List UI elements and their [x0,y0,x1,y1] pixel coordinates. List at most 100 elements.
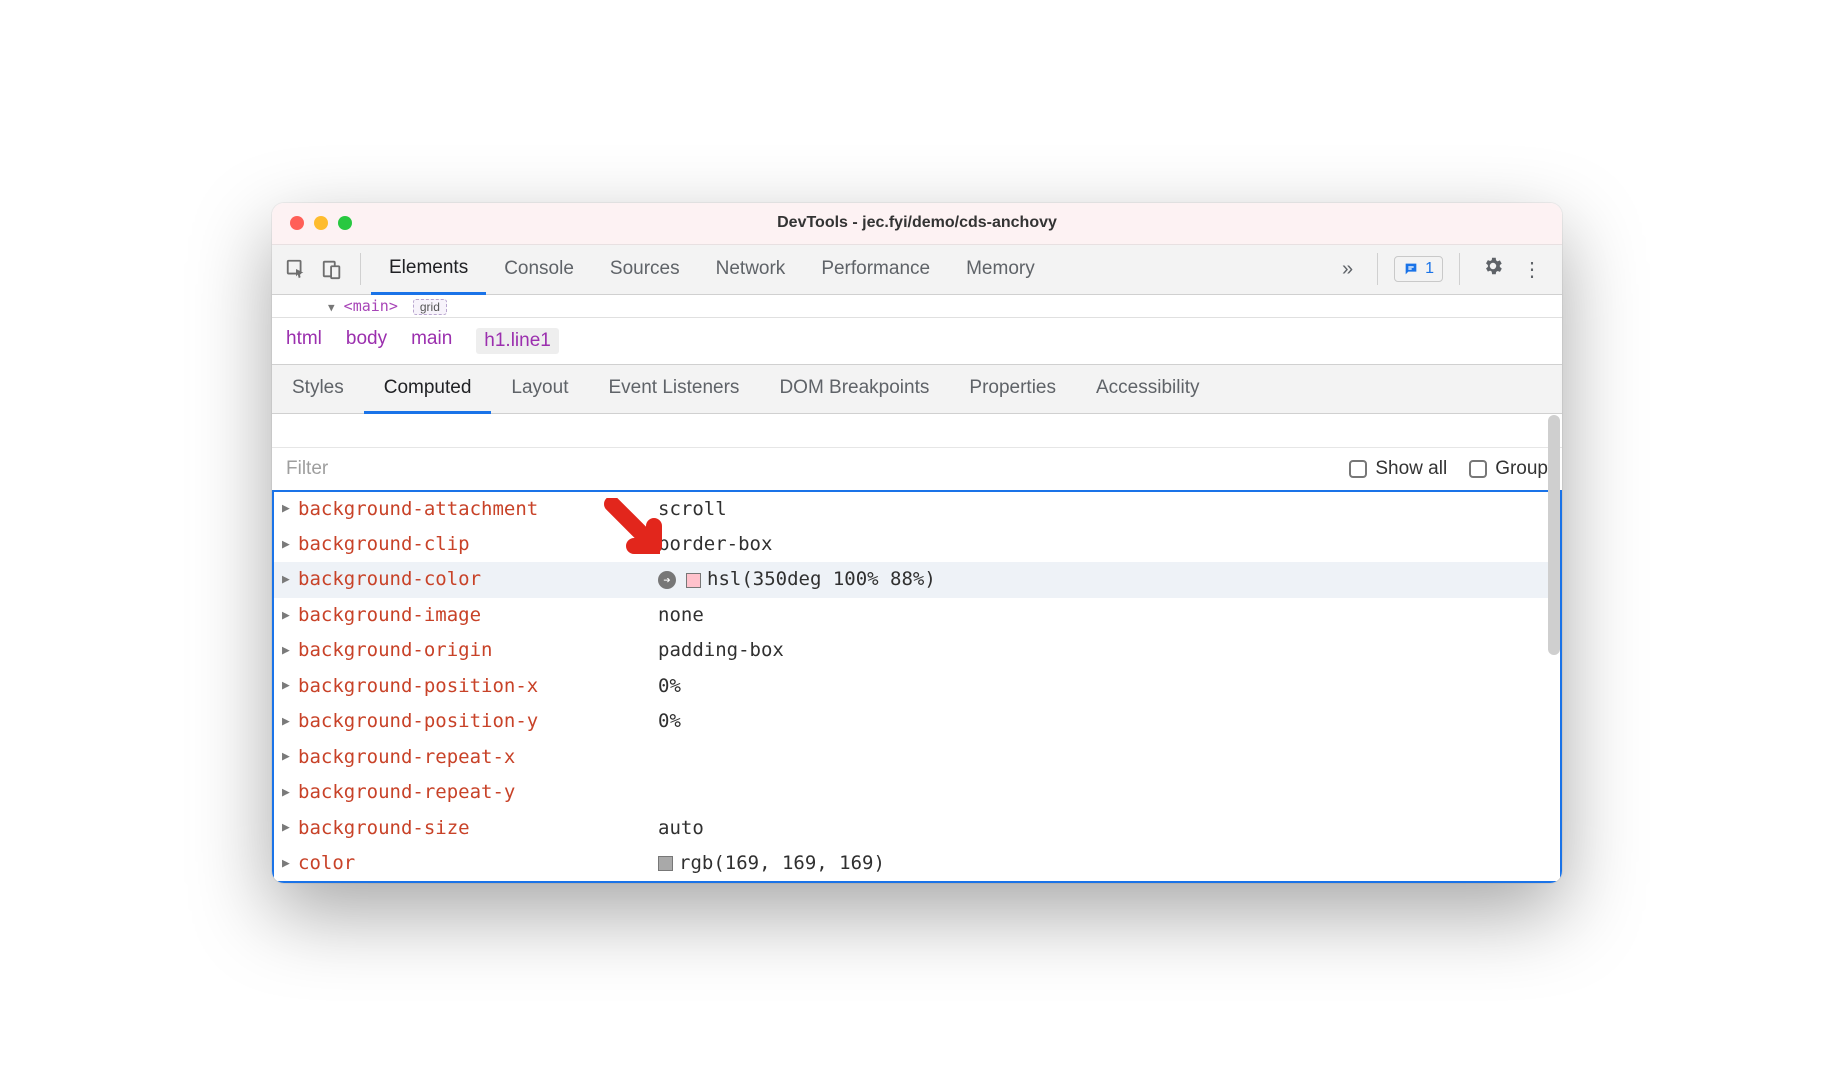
property-value-text: none [658,601,704,630]
checkbox-icon [1349,460,1367,478]
property-value-text: padding-box [658,636,784,665]
zoom-window-button[interactable] [338,216,352,230]
property-value-text: scroll [658,495,727,524]
computed-property-row[interactable]: ▶background-attachmentscroll [274,492,1560,527]
toolbar-divider [1377,253,1378,285]
breadcrumb-item[interactable]: body [346,328,387,354]
breadcrumb-item[interactable]: main [411,328,452,354]
tab-sources[interactable]: Sources [592,245,698,294]
property-name: background-image [298,601,658,630]
property-name: background-color [298,565,658,594]
tab-console[interactable]: Console [486,245,592,294]
show-all-label: Show all [1375,458,1447,480]
disclosure-triangle-icon[interactable]: ▼ [328,301,335,314]
disclosure-triangle-icon[interactable]: ▶ [282,535,298,555]
property-value: rgb(169, 169, 169) [658,849,885,878]
kebab-menu-icon[interactable]: ⋮ [1516,251,1548,288]
tab-memory[interactable]: Memory [948,245,1053,294]
dom-tree-peek[interactable]: ▼ <main> grid [272,295,1562,318]
breadcrumb-item[interactable]: h1.line1 [476,328,559,354]
toolbar-divider [1459,253,1460,285]
scrollbar-thumb[interactable] [1548,415,1560,655]
inspect-element-icon[interactable] [278,251,314,287]
dom-breadcrumb: html body main h1.line1 [272,318,1562,365]
disclosure-triangle-icon[interactable]: ▶ [282,747,298,767]
computed-property-row[interactable]: ▶background-repeat-y [274,775,1560,810]
property-value: 0% [658,672,681,701]
property-value-text: rgb(169, 169, 169) [679,849,885,878]
property-value: none [658,601,704,630]
minimize-window-button[interactable] [314,216,328,230]
property-value: border-box [658,530,772,559]
property-value: 0% [658,707,681,736]
sidebar-tabs: Styles Computed Layout Event Listeners D… [272,365,1562,414]
grid-badge[interactable]: grid [413,299,447,315]
property-name: background-repeat-y [298,778,658,807]
property-value-text: auto [658,814,704,843]
traffic-lights [272,216,352,230]
property-value: padding-box [658,636,784,665]
group-checkbox[interactable]: Group [1469,458,1548,480]
disclosure-triangle-icon[interactable]: ▶ [282,818,298,838]
subtab-styles[interactable]: Styles [272,365,364,413]
devtools-window: DevTools - jec.fyi/demo/cds-anchovy Elem… [272,203,1562,884]
computed-property-row[interactable]: ▶background-color➔ hsl(350deg 100% 88%) [274,562,1560,597]
filter-input[interactable]: Filter [286,458,328,480]
toolbar-divider [360,253,361,285]
property-value-text: 0% [658,672,681,701]
spacer [272,414,1562,448]
tab-elements[interactable]: Elements [371,245,486,295]
panel-tabs: Elements Console Sources Network Perform… [371,245,1053,294]
property-name: background-position-x [298,672,658,701]
goto-source-icon[interactable]: ➔ [658,571,676,589]
property-value: ➔ hsl(350deg 100% 88%) [658,565,936,594]
close-window-button[interactable] [290,216,304,230]
computed-property-row[interactable]: ▶background-clipborder-box [274,527,1560,562]
property-value: auto [658,814,704,843]
disclosure-triangle-icon[interactable]: ▶ [282,641,298,661]
show-all-checkbox[interactable]: Show all [1349,458,1447,480]
issues-count: 1 [1425,260,1434,278]
computed-property-row[interactable]: ▶background-sizeauto [274,811,1560,846]
window-title: DevTools - jec.fyi/demo/cds-anchovy [272,214,1562,232]
computed-property-row[interactable]: ▶colorrgb(169, 169, 169) [274,846,1560,881]
property-value-text: hsl(350deg 100% 88%) [707,565,936,594]
computed-property-row[interactable]: ▶background-position-y0% [274,704,1560,739]
color-swatch[interactable] [658,856,673,871]
property-value-text: 0% [658,707,681,736]
disclosure-triangle-icon[interactable]: ▶ [282,570,298,590]
property-name: background-repeat-x [298,743,658,772]
disclosure-triangle-icon[interactable]: ▶ [282,606,298,626]
subtab-accessibility[interactable]: Accessibility [1076,365,1219,413]
subtab-properties[interactable]: Properties [949,365,1076,413]
color-swatch[interactable] [686,573,701,588]
main-toolbar: Elements Console Sources Network Perform… [272,245,1562,295]
disclosure-triangle-icon[interactable]: ▶ [282,712,298,732]
toolbar-right: » 1 ⋮ [1334,249,1556,289]
computed-property-row[interactable]: ▶background-originpadding-box [274,633,1560,668]
computed-property-row[interactable]: ▶background-repeat-x [274,740,1560,775]
disclosure-triangle-icon[interactable]: ▶ [282,854,298,874]
computed-property-row[interactable]: ▶background-imagenone [274,598,1560,633]
property-name: background-position-y [298,707,658,736]
computed-property-row[interactable]: ▶background-position-x0% [274,669,1560,704]
property-value: scroll [658,495,727,524]
tab-network[interactable]: Network [698,245,804,294]
filter-bar: Filter Show all Group [272,448,1562,492]
disclosure-triangle-icon[interactable]: ▶ [282,783,298,803]
subtab-dom-breakpoints[interactable]: DOM Breakpoints [759,365,949,413]
property-value-text: border-box [658,530,772,559]
subtab-event-listeners[interactable]: Event Listeners [588,365,759,413]
subtab-computed[interactable]: Computed [364,365,492,414]
disclosure-triangle-icon[interactable]: ▶ [282,676,298,696]
device-toolbar-icon[interactable] [314,251,350,287]
subtab-layout[interactable]: Layout [491,365,588,413]
issues-badge[interactable]: 1 [1394,256,1443,282]
checkbox-icon [1469,460,1487,478]
tab-performance[interactable]: Performance [803,245,948,294]
property-name: background-origin [298,636,658,665]
breadcrumb-item[interactable]: html [286,328,322,354]
disclosure-triangle-icon[interactable]: ▶ [282,499,298,519]
settings-icon[interactable] [1476,249,1510,289]
more-tabs-icon[interactable]: » [1334,258,1361,281]
